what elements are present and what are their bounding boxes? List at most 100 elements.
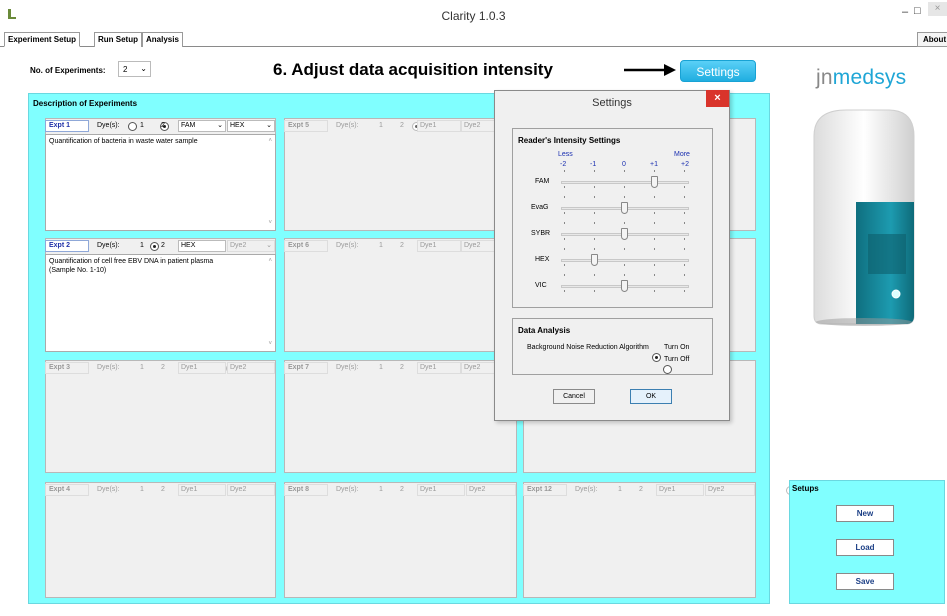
expt-2-dye1-select[interactable]: HEX: [178, 240, 226, 252]
expt-5-dyes-label: Dye(s):: [336, 122, 359, 129]
evag-slider-thumb[interactable]: [621, 202, 628, 214]
expt-7-name: Expt 7: [284, 362, 328, 374]
slider-tick: [654, 222, 655, 224]
slider-tick: [654, 212, 655, 214]
slider-tick: [684, 196, 685, 198]
vic-slider-label: VIC: [535, 282, 547, 289]
expt-1-dye2-select[interactable]: HEX ⌄: [227, 120, 275, 132]
scale-plus-2: +2: [681, 161, 689, 168]
intensity-title: Reader's Intensity Settings: [518, 136, 621, 145]
settings-button[interactable]: Settings: [680, 60, 756, 82]
slider-tick: [624, 274, 625, 276]
expt-3-dyes-label: Dye(s):: [97, 364, 120, 371]
turn-off-radio[interactable]: [663, 364, 673, 374]
expt-4-dye2-select: Dye2: [227, 484, 275, 496]
slider-tick: [684, 290, 685, 292]
more-label: More: [674, 151, 690, 158]
maximize-button[interactable]: □: [914, 5, 921, 17]
slider-tick: [594, 186, 595, 188]
expt-8-radio-1-label: 1: [379, 486, 383, 493]
expt-1-name[interactable]: Expt 1: [45, 120, 89, 132]
load-button[interactable]: Load: [836, 539, 894, 556]
expt-4-radio-1-label: 1: [140, 486, 144, 493]
tab-run-setup[interactable]: Run Setup: [94, 32, 142, 47]
expt-6-radio-1-label: 1: [379, 242, 383, 249]
expt-8-radio-2-label: 2: [400, 486, 404, 493]
slider-tick: [594, 222, 595, 224]
slider-tick: [654, 290, 655, 292]
sybr-slider-thumb[interactable]: [621, 228, 628, 240]
expt-6-radio-2-label: 2: [400, 242, 404, 249]
hex-slider-thumb[interactable]: [591, 254, 598, 266]
expt-3-dye2-select: Dye2: [227, 362, 275, 374]
slider-tick: [594, 196, 595, 198]
num-experiments-select[interactable]: 2 ⌄: [118, 61, 151, 77]
expt-3-radio-1-label: 1: [140, 364, 144, 371]
slider-tick: [684, 238, 685, 240]
scale-minus-2: -2: [560, 161, 567, 168]
fam-slider-track[interactable]: [561, 181, 689, 184]
expt-3-dye1-select: Dye1: [178, 362, 226, 374]
slider-tick: [654, 238, 655, 240]
dialog-close-button[interactable]: ×: [706, 90, 729, 107]
close-window-button[interactable]: ×: [928, 2, 947, 16]
expt-2-dye2-select[interactable]: Dye2 ⌄: [227, 240, 275, 252]
save-button[interactable]: Save: [836, 573, 894, 590]
scroll-up-icon: ˄: [268, 258, 272, 264]
expt-2-name[interactable]: Expt 2: [45, 240, 89, 252]
slider-tick: [684, 170, 685, 172]
expt-1-description[interactable]: Quantification of bacteria in waste wate…: [45, 134, 276, 231]
expt-8-box: [284, 482, 517, 598]
slider-tick: [654, 196, 655, 198]
slider-tick: [564, 186, 565, 188]
expt-8-name: Expt 8: [284, 484, 328, 496]
cancel-button[interactable]: Cancel: [553, 389, 595, 404]
expt-1-dyes-label: Dye(s):: [97, 122, 120, 129]
slider-tick: [624, 248, 625, 250]
slider-tick: [624, 170, 625, 172]
slider-tick: [564, 290, 565, 292]
description-title: Description of Experiments: [33, 99, 138, 108]
tab-about[interactable]: About: [917, 32, 947, 47]
hex-slider-track[interactable]: [561, 259, 689, 262]
fam-slider-thumb[interactable]: [651, 176, 658, 188]
expt-5-name: Expt 5: [284, 120, 328, 132]
slider-tick: [654, 274, 655, 276]
expt-12-box: [523, 482, 756, 598]
less-label: Less: [558, 151, 573, 158]
bg-noise-label: Background Noise Reduction Algorithm: [527, 344, 649, 351]
minimize-button[interactable]: ‒: [902, 6, 908, 18]
slider-tick: [564, 222, 565, 224]
evag-slider-label: EvaG: [531, 204, 549, 211]
expt-7-box: [284, 360, 517, 473]
slider-tick: [594, 290, 595, 292]
setups-title: Setups: [792, 484, 819, 493]
arrow-right-icon: [624, 64, 676, 76]
sybr-slider-label: SYBR: [531, 230, 551, 237]
slider-tick: [624, 222, 625, 224]
vic-slider-thumb[interactable]: [621, 280, 628, 292]
expt-2-description[interactable]: Quantification of cell free EBV DNA in p…: [45, 254, 276, 352]
turn-on-radio[interactable]: [652, 352, 661, 362]
expt-5-dye1-select: Dye1: [417, 120, 461, 132]
data-analysis-title: Data Analysis: [518, 326, 571, 335]
slider-tick: [594, 212, 595, 214]
expt-7-radio-2-label: 2: [400, 364, 404, 371]
new-button[interactable]: New: [836, 505, 894, 522]
chevron-down-icon: ⌄: [140, 64, 147, 73]
expt-2-radio-2-label: 2: [161, 242, 165, 249]
expt-12-dye2-select: Dye2: [705, 484, 755, 496]
scale-plus-1: +1: [650, 161, 658, 168]
expt-12-radio-1-label: 1: [618, 486, 622, 493]
chevron-down-icon: ⌄: [266, 242, 272, 249]
hex-slider-label: HEX: [535, 256, 550, 263]
slider-tick: [654, 264, 655, 266]
slider-tick: [594, 248, 595, 250]
tab-analysis[interactable]: Analysis: [142, 32, 183, 47]
tab-experiment-setup[interactable]: Experiment Setup: [4, 32, 81, 47]
scroll-down-icon: ˅: [268, 220, 272, 226]
expt-1-dye1-select[interactable]: FAM ⌄: [178, 120, 226, 132]
ok-button[interactable]: OK: [630, 389, 672, 404]
window-title: Clarity 1.0.3: [441, 9, 506, 23]
expt-6-dyes-label: Dye(s):: [336, 242, 359, 249]
